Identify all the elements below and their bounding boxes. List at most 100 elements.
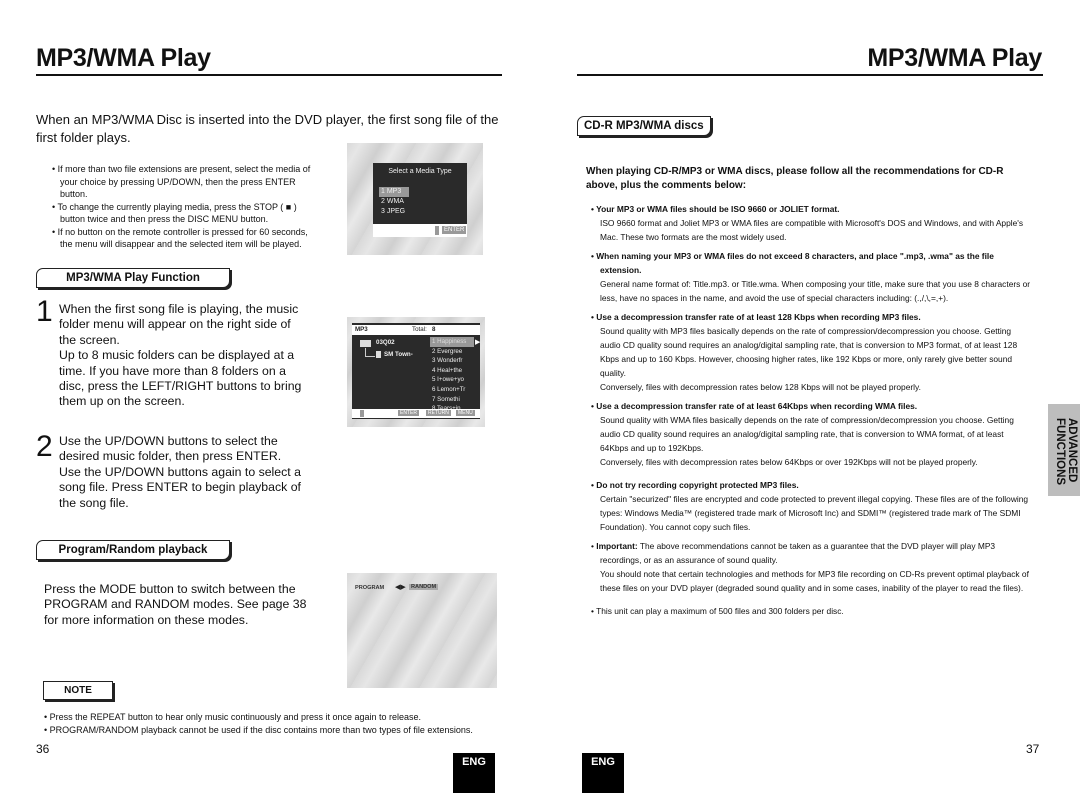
step-text: When the first song file is playing, the… — [59, 302, 302, 409]
rec-item: • Your MP3 or WMA files should be ISO 96… — [591, 202, 1031, 244]
rec-item: • This unit can play a maximum of 500 fi… — [591, 606, 844, 616]
random-label[interactable]: RANDOM — [409, 584, 439, 590]
song-list: 1 Happiness 2 Evergree 3 Wonderfr 4 Heal… — [430, 337, 474, 414]
bullet-item: • If more than two file extensions are p… — [52, 164, 311, 199]
folder-menu-header: MP3 Total: 8 — [352, 325, 480, 335]
rec-title-text: Do not try recording copyright protected… — [596, 480, 799, 490]
song-item[interactable]: 1 Happiness — [430, 337, 474, 347]
rec-title: • Do not try recording copyright protect… — [591, 480, 799, 490]
rec-item: • Use a decompression transfer rate of a… — [591, 399, 1031, 469]
song-item[interactable]: 2 Evergree — [430, 347, 474, 357]
return-button[interactable]: RETURN — [426, 410, 451, 416]
rec-item: • Do not try recording copyright protect… — [591, 478, 1031, 534]
left-page-title: MP3/WMA Play — [36, 44, 211, 72]
media-option-jpeg[interactable]: 3 JPEG — [379, 207, 467, 217]
bullet-text: If more than two file extensions are pre… — [57, 164, 311, 199]
step-text: Use the UP/DOWN buttons to select the de… — [59, 434, 301, 510]
cdr-lead: When playing CD-R/MP3 or WMA discs, plea… — [586, 166, 1004, 191]
enter-button[interactable]: ENTER — [398, 410, 419, 416]
note-list: • Press the REPEAT button to hear only m… — [44, 711, 524, 736]
side-tab-line2: FUNCTIONS — [1054, 418, 1066, 486]
intro-paragraph: When an MP3/WMA Disc is inserted into th… — [36, 112, 499, 145]
program-random-text: Press the MODE button to switch between … — [44, 582, 307, 627]
song-item[interactable]: 4 Heal+the — [430, 366, 474, 376]
rec-item: • When naming your MP3 or WMA files do n… — [591, 249, 1031, 305]
total-value: 8 — [432, 326, 436, 333]
rec-body: General name format of: Title.mp3. or Ti… — [600, 279, 1031, 303]
rec-body: Certain "securized" files are encrypted … — [600, 494, 1029, 532]
section-heading-play-function: MP3/WMA Play Function — [36, 268, 230, 288]
rec-title: • Use a decompression transfer rate of a… — [591, 401, 918, 411]
rec-item: • Use a decompression transfer rate of a… — [591, 310, 1031, 394]
side-tab-line1: ADVANCED — [1066, 418, 1078, 483]
step-number: 1 — [36, 295, 53, 328]
updown-icon — [435, 226, 439, 235]
folder-icon — [360, 340, 371, 347]
media-option-wma[interactable]: 2 WMA — [379, 197, 467, 207]
rec-title-text: Use a decompression transfer rate of at … — [596, 312, 921, 322]
media-type-title: Select a Media Type — [388, 168, 452, 175]
song-item[interactable]: 3 Wonderfr — [430, 356, 474, 366]
media-type-dialog: Select a Media Type 1 MP3 2 WMA 3 JPEG — [373, 163, 467, 224]
folder-menu-screen: MP3 Total: 8 03Q02 SM Town- 1 Happiness … — [347, 317, 485, 427]
intro-bullets: • If more than two file extensions are p… — [52, 163, 320, 251]
rec-title: • When naming your MP3 or WMA files do n… — [591, 251, 994, 275]
media-dialog-footer: ENTER — [373, 224, 467, 237]
rec-body: Sound quality with MP3 files basically d… — [600, 326, 1018, 392]
folder-menu-footer: ENTER RETURN MENU — [352, 409, 480, 418]
rec-inline-text: The above recommendations cannot be take… — [600, 541, 996, 565]
section-heading-cdr: CD-R MP3/WMA discs — [577, 116, 711, 136]
rec-title-text: When naming your MP3 or WMA files do not… — [596, 251, 994, 275]
section-heading-program-random: Program/Random playback — [36, 540, 230, 560]
bullet-item: • If no button on the remote controller … — [52, 226, 308, 250]
program-label[interactable]: PROGRAM — [355, 585, 384, 591]
bullet-text: If no button on the remote controller is… — [57, 226, 308, 250]
rec-title-text: Important: — [596, 541, 638, 551]
rec-body: ISO 9660 format and Joliet MP3 or WMA fi… — [600, 218, 1024, 242]
mode-screen: PROGRAM ◀▶ RANDOM — [347, 573, 497, 688]
page-number-left: 36 — [36, 742, 50, 756]
rec-title: • Your MP3 or WMA files should be ISO 96… — [591, 204, 840, 214]
enter-button[interactable]: ENTER — [442, 226, 467, 234]
folder-menu-dialog: MP3 Total: 8 03Q02 SM Town- 1 Happiness … — [352, 323, 480, 419]
lang-tab-left: ENG — [453, 753, 495, 793]
media-type-screen: Select a Media Type 1 MP3 2 WMA 3 JPEG E… — [347, 143, 483, 255]
file-icon — [376, 351, 381, 358]
bullet-item: • To change the currently playing media,… — [52, 201, 297, 225]
rec-title: • Important: The above recommendations c… — [591, 541, 996, 565]
menu-button[interactable]: MENU — [456, 410, 475, 416]
media-type-label: MP3 — [355, 326, 368, 333]
note-text: PROGRAM/RANDOM playback cannot be used i… — [49, 724, 473, 735]
cdr-recommendations: • Your MP3 or WMA files should be ISO 96… — [591, 202, 1031, 618]
right-title-rule — [577, 74, 1043, 76]
left-right-arrows-icon: ◀▶ — [395, 584, 406, 591]
updown-icon — [360, 410, 364, 417]
song-item[interactable]: 5 I+owe+yo — [430, 375, 474, 385]
folder-name[interactable]: 03Q02 — [376, 339, 395, 346]
next-page-icon[interactable]: ▶ — [475, 338, 480, 346]
advanced-functions-tab: ADVANCED FUNCTIONS — [1048, 404, 1080, 496]
page-number-right: 37 — [1026, 742, 1040, 756]
rec-title-text: Use a decompression transfer rate of at … — [596, 401, 918, 411]
rec-plain-text: This unit can play a maximum of 500 file… — [596, 606, 844, 616]
song-item[interactable]: 7 Somethi — [430, 395, 474, 405]
subfolder-name[interactable]: SM Town- — [384, 351, 413, 358]
media-option-mp3[interactable]: 1 MP3 — [379, 187, 409, 197]
song-item[interactable]: 6 Lemon+Tr — [430, 385, 474, 395]
note-label: NOTE — [43, 681, 113, 700]
rec-body: Sound quality with WMA files basically d… — [600, 415, 1014, 467]
tree-connector — [365, 348, 375, 357]
note-item: • Press the REPEAT button to hear only m… — [44, 712, 422, 722]
rec-title: • Use a decompression transfer rate of a… — [591, 312, 921, 322]
lang-tab-right: ENG — [582, 753, 624, 793]
rec-item: • Important: The above recommendations c… — [591, 539, 1031, 595]
left-title-rule — [36, 74, 502, 76]
right-page-title: MP3/WMA Play — [867, 44, 1042, 72]
step-number: 2 — [36, 430, 53, 463]
bullet-text: To change the currently playing media, p… — [57, 201, 297, 225]
rec-title-text: Your MP3 or WMA files should be ISO 9660… — [596, 204, 840, 214]
rec-body: You should note that certain technologie… — [600, 569, 1029, 593]
note-text: Press the REPEAT button to hear only mus… — [49, 712, 422, 722]
note-item: • PROGRAM/RANDOM playback cannot be used… — [44, 724, 473, 735]
total-label: Total: — [412, 326, 427, 333]
